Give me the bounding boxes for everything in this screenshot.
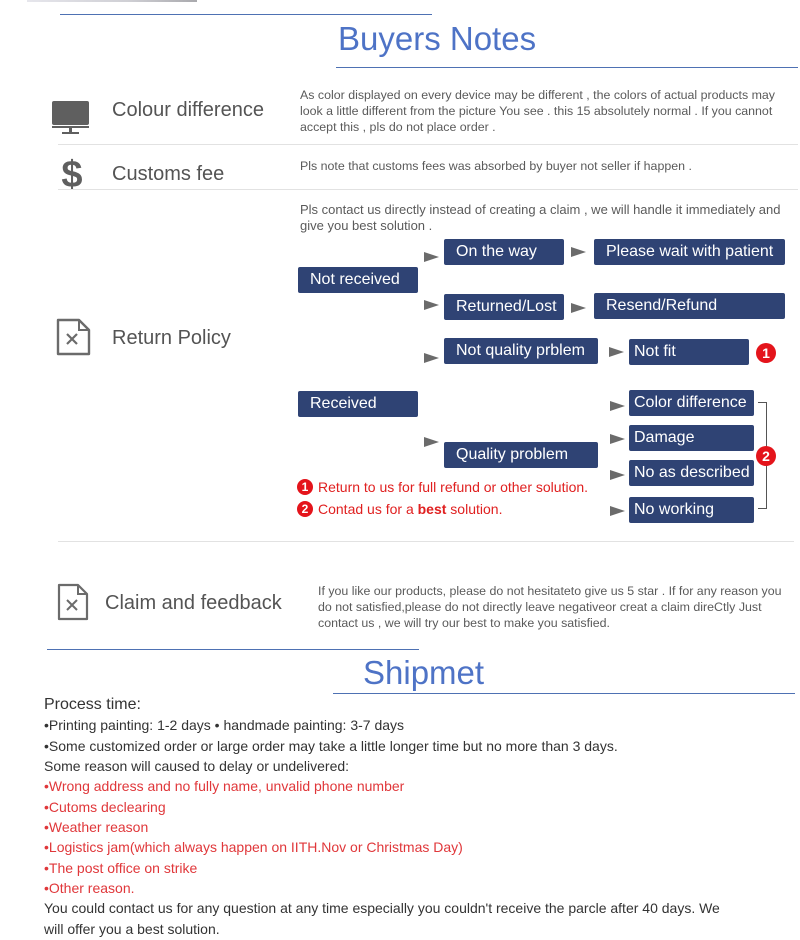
- header-rule-bottom: [336, 67, 798, 68]
- note-2-text: Contad us for a best solution.: [318, 501, 502, 517]
- arrow-icon: [424, 252, 439, 262]
- delay-reason: •Wrong address and no fully name, unvali…: [44, 778, 405, 794]
- flow-not-received: Not received: [298, 267, 418, 293]
- badge-2: 2: [756, 446, 776, 466]
- header-rule-top: [47, 649, 419, 650]
- process-line: •Printing painting: 1-2 days • handmade …: [44, 717, 405, 733]
- flow-damage: Damage: [629, 425, 754, 451]
- divider: [58, 144, 798, 145]
- page-title: Buyers Notes: [338, 20, 537, 57]
- badge-1: 1: [756, 343, 776, 363]
- header-rule-top: [60, 14, 432, 15]
- shipment-title: Shipmet: [363, 654, 485, 691]
- arrow-icon: [610, 470, 625, 480]
- arrow-icon: [610, 401, 625, 411]
- arrow-icon: [610, 506, 625, 516]
- monitor-icon: [51, 101, 91, 140]
- note-badge-1: 1: [297, 479, 313, 495]
- svg-text:$: $: [61, 155, 82, 193]
- delay-reason: •Logistics jam(which always happen on II…: [44, 839, 463, 855]
- section-label-customs-fee: Customs fee: [112, 163, 225, 185]
- delay-reason: •Cutoms declearing: [44, 799, 166, 815]
- document-x-icon: [56, 318, 92, 361]
- note-2-part-b: best: [417, 501, 447, 517]
- dollar-icon: $: [58, 154, 86, 198]
- note-2-part-c: solution.: [446, 501, 503, 517]
- note-badge-2: 2: [297, 501, 313, 517]
- top-image-edge: [27, 0, 197, 2]
- closing-text: will offer you a best solution.: [44, 921, 220, 937]
- arrow-icon: [610, 434, 625, 444]
- delay-reason: •Weather reason: [44, 819, 149, 835]
- divider: [58, 541, 794, 542]
- delay-reason: •The post office on strike: [44, 860, 198, 876]
- arrow-icon: [609, 347, 624, 357]
- document-x-icon: [57, 583, 89, 626]
- arrow-icon: [424, 437, 439, 447]
- claim-feedback-text: If you like our products, please do not …: [318, 584, 782, 630]
- flow-quality-problem: Quality problem: [444, 442, 598, 468]
- process-time-heading: Process time:: [44, 696, 141, 713]
- note-1-text: Return to us for full refund or other so…: [318, 479, 589, 495]
- header-rule-bottom: [333, 693, 795, 694]
- return-policy-intro: Pls contact us directly instead of creat…: [300, 202, 781, 233]
- arrow-icon: [424, 300, 439, 310]
- customs-fee-text: Pls note that customs fees was absorbed …: [300, 159, 692, 173]
- closing-text: You could contact us for any question at…: [44, 900, 720, 916]
- delay-reason: •Other reason.: [44, 880, 135, 896]
- colour-difference-text: As color displayed on every device may b…: [300, 88, 775, 134]
- flow-returned-lost: Returned/Lost: [444, 294, 564, 320]
- flow-no-as-described: No as described: [629, 460, 754, 486]
- flow-please-wait: Please wait with patient: [594, 239, 785, 265]
- arrow-icon: [424, 353, 439, 363]
- process-line: •Some customized order or large order ma…: [44, 738, 618, 754]
- note-2-part-a: Contad us for a: [318, 501, 418, 517]
- flow-color-difference: Color difference: [629, 390, 754, 416]
- section-label-colour-difference: Colour difference: [112, 99, 264, 121]
- arrow-icon: [571, 303, 586, 313]
- arrow-icon: [571, 247, 586, 257]
- flow-no-working: No working: [629, 497, 754, 523]
- flow-not-quality-problem: Not quality prblem: [444, 338, 598, 364]
- delay-heading: Some reason will caused to delay or unde…: [44, 758, 350, 774]
- flow-not-fit: Not fit: [629, 339, 749, 365]
- section-label-claim-feedback: Claim and feedback: [105, 592, 282, 614]
- flow-on-the-way: On the way: [444, 239, 564, 265]
- section-label-return-policy: Return Policy: [112, 327, 231, 349]
- flow-received: Received: [298, 391, 418, 417]
- divider: [58, 189, 798, 190]
- flow-resend-refund: Resend/Refund: [594, 293, 785, 319]
